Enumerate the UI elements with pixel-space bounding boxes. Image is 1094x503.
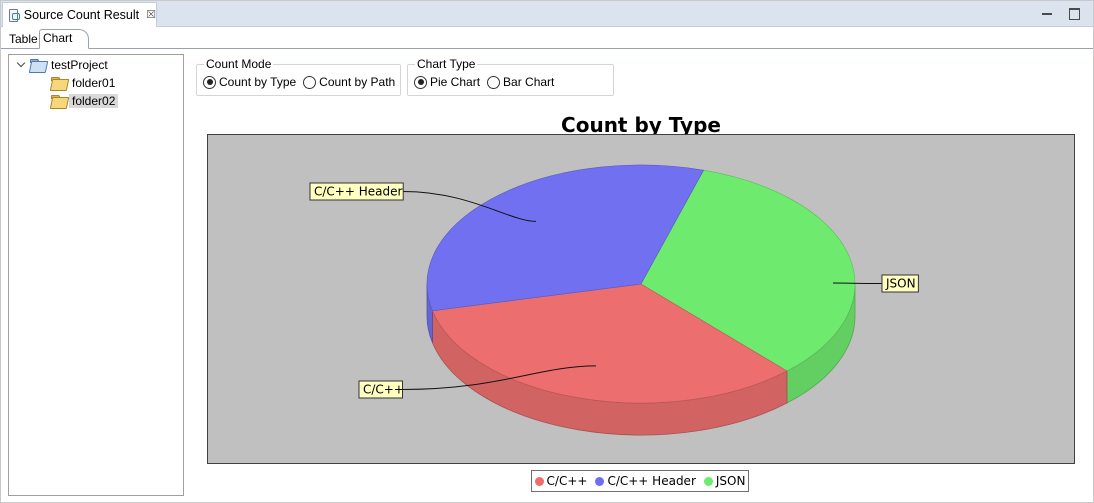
radio-icon[interactable] bbox=[303, 75, 317, 89]
close-icon[interactable]: ☒ bbox=[146, 9, 156, 21]
folder-icon bbox=[51, 77, 67, 89]
count-by-path-radio[interactable]: Count by Path bbox=[303, 75, 395, 89]
legend-item: C/C++ bbox=[534, 474, 588, 488]
legend-label: C/C++ bbox=[546, 474, 588, 488]
count-mode-legend: Count Mode bbox=[204, 57, 274, 71]
tab-table[interactable]: Table bbox=[7, 31, 40, 49]
minimize-icon[interactable] bbox=[1041, 7, 1054, 19]
chevron-down-icon[interactable] bbox=[16, 60, 26, 70]
source-count-view: Source Count Result ☒ Table Chart testPr… bbox=[0, 0, 1094, 503]
legend-label: JSON bbox=[715, 474, 746, 488]
pie-chart-radio[interactable]: Pie Chart bbox=[414, 75, 480, 89]
slice-label: JSON bbox=[885, 277, 916, 291]
tree-item-label: folder02 bbox=[69, 94, 119, 108]
radio-selected-icon[interactable] bbox=[203, 75, 216, 89]
legend-item: C/C++ Header bbox=[595, 474, 696, 488]
view-tab-title: Source Count Result bbox=[23, 8, 140, 22]
project-tree[interactable]: testProject folder01 folder02 bbox=[8, 54, 184, 496]
radio-label: Count by Path bbox=[319, 75, 396, 89]
chart-type-legend: Chart Type bbox=[415, 57, 478, 71]
tab-chart[interactable]: Chart bbox=[39, 29, 89, 49]
radio-label: Bar Chart bbox=[503, 75, 555, 89]
tab-divider bbox=[1, 48, 1093, 49]
legend-swatch-icon bbox=[703, 476, 713, 486]
tree-item-folder01[interactable]: folder01 bbox=[51, 74, 118, 92]
legend-swatch-icon bbox=[595, 476, 605, 486]
tree-item-project[interactable]: testProject bbox=[16, 56, 111, 74]
slice-label: C/C++ bbox=[363, 383, 404, 397]
view-app-icon bbox=[9, 8, 20, 22]
chart-type-group: Chart Type Pie Chart Bar Chart bbox=[407, 57, 614, 96]
legend-item: JSON bbox=[703, 474, 746, 488]
tree-item-folder02[interactable]: folder02 bbox=[49, 92, 119, 110]
bar-chart-radio[interactable]: Bar Chart bbox=[487, 75, 554, 89]
view-tab[interactable]: Source Count Result ☒ bbox=[2, 2, 157, 27]
slice-label: C/C++ Header bbox=[314, 185, 402, 199]
label-leader-line bbox=[832, 282, 883, 284]
folder-icon bbox=[51, 95, 67, 107]
pie-chart-plot: C/C++ Header JSON C/C++ bbox=[207, 134, 1075, 464]
legend-label: C/C++ Header bbox=[607, 474, 696, 488]
chart-legend: C/C++ C/C++ Header JSON bbox=[531, 470, 749, 492]
count-mode-group: Count Mode Count by Type Count by Path bbox=[196, 57, 401, 96]
maximize-icon[interactable] bbox=[1068, 7, 1081, 20]
legend-swatch-icon bbox=[534, 476, 544, 486]
radio-label: Pie Chart bbox=[430, 75, 481, 89]
tree-item-label: folder01 bbox=[72, 76, 116, 90]
inner-tab-bar: Table Chart bbox=[1, 28, 1093, 49]
tree-item-label: testProject bbox=[51, 58, 108, 72]
count-by-type-radio[interactable]: Count by Type bbox=[203, 75, 296, 89]
radio-icon[interactable] bbox=[487, 75, 501, 89]
view-title-bar: Source Count Result ☒ bbox=[1, 1, 1093, 27]
project-folder-icon bbox=[30, 59, 46, 71]
radio-label: Count by Type bbox=[219, 75, 297, 89]
radio-selected-icon[interactable] bbox=[414, 75, 427, 89]
